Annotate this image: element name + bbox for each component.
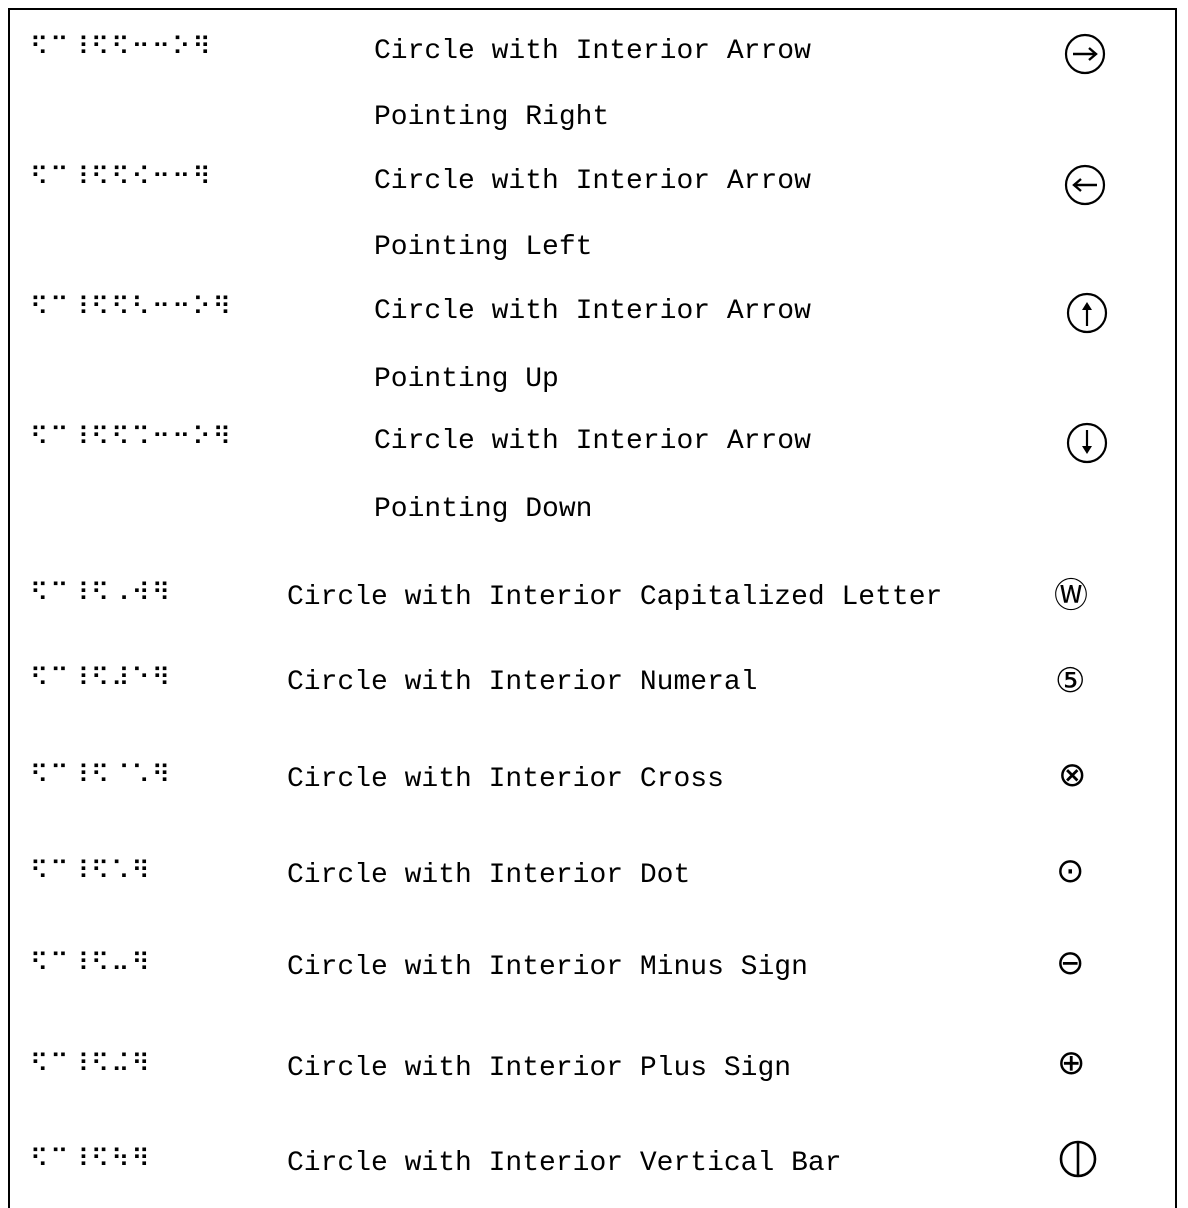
circled-numeral-five-symbol: ⑤	[1055, 661, 1086, 701]
description-line: Circle with Interior Arrow	[374, 166, 811, 197]
circled-letter-w-symbol: Ⓦ	[1054, 576, 1088, 616]
description-line: Circle with Interior Minus Sign	[287, 952, 808, 983]
description-line: Circle with Interior Plus Sign	[287, 1053, 792, 1084]
braille-code: ⠫⠉⠸⠫⠈⠡⠻	[30, 760, 173, 789]
circled-plus-symbol: ⊕	[1057, 1043, 1086, 1083]
description-line: Pointing Right	[374, 102, 610, 133]
description-line: Circle with Interior Arrow	[374, 296, 811, 327]
circled-dot-symbol: ⊙	[1056, 851, 1085, 891]
description-line: Circle with Interior Capitalized Letter	[287, 582, 943, 613]
description-line: Circle with Interior Numeral	[287, 667, 758, 698]
braille-code: ⠫⠉⠸⠫⠤⠻	[30, 948, 152, 977]
description-line: Circle with Interior Dot	[287, 860, 691, 891]
circle-arrow-right-icon	[1063, 32, 1107, 76]
description-line: Pointing Left	[374, 232, 593, 263]
description-line: Circle with Interior Cross	[287, 764, 724, 795]
circle-arrow-down-icon	[1065, 421, 1109, 465]
braille-code: ⠫⠉⠸⠫⠡⠻	[30, 856, 152, 885]
braille-code: ⠫⠉⠸⠫⠬⠻	[30, 1049, 152, 1078]
braille-code: ⠫⠉⠸⠫⠳⠻	[30, 1144, 152, 1173]
braille-code: ⠫⠉⠸⠫⠫⠩⠒⠒⠕⠻	[30, 422, 234, 451]
description-line: Circle with Interior Arrow	[374, 36, 811, 67]
circle-arrow-up-icon	[1065, 291, 1109, 335]
description-line: Circle with Interior Vertical Bar	[287, 1148, 842, 1179]
braille-code: ⠫⠉⠸⠫⠫⠒⠒⠕⠻	[30, 32, 213, 61]
description-line: Pointing Up	[374, 364, 559, 395]
description-line: Pointing Down	[374, 494, 593, 525]
circle-vertical-bar-icon	[1058, 1139, 1098, 1179]
braille-code: ⠫⠉⠸⠫⠠⠺⠻	[30, 578, 173, 607]
braille-code: ⠫⠉⠸⠫⠼⠑⠻	[30, 663, 173, 692]
circle-arrow-left-icon	[1063, 163, 1107, 207]
circled-times-symbol: ⊗	[1058, 755, 1087, 795]
braille-code: ⠫⠉⠸⠫⠫⠪⠒⠒⠻	[30, 162, 213, 191]
description-line: Circle with Interior Arrow	[374, 426, 811, 457]
braille-code: ⠫⠉⠸⠫⠫⠣⠒⠒⠕⠻	[30, 292, 234, 321]
circled-minus-symbol: ⊖	[1056, 943, 1085, 983]
